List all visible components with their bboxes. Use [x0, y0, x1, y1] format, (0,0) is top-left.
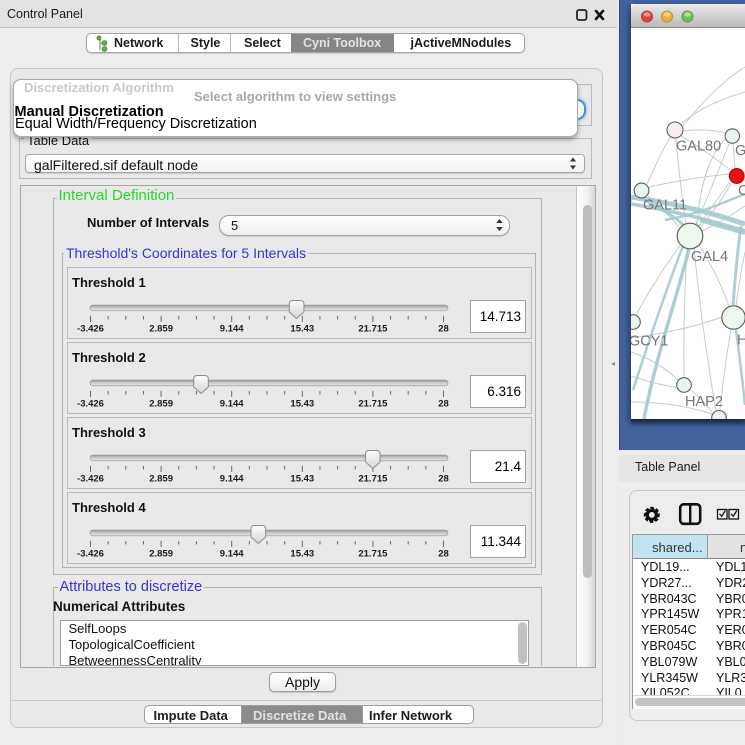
svg-text:GA: GA [735, 143, 745, 159]
svg-text:GAL4: GAL4 [691, 249, 728, 265]
svg-text:28: 28 [438, 324, 449, 335]
svg-text:15.43: 15.43 [290, 324, 314, 335]
svg-text:GCY1: GCY1 [631, 334, 669, 350]
svg-text:9.144: 9.144 [220, 549, 244, 560]
svg-text:HAP2: HAP2 [685, 394, 723, 410]
svg-text:21.715: 21.715 [358, 324, 388, 335]
svg-text:-3.426: -3.426 [77, 324, 104, 335]
svg-text:-3.426: -3.426 [77, 549, 104, 560]
svg-text:21.715: 21.715 [358, 549, 388, 560]
svg-text:9.144: 9.144 [220, 324, 244, 335]
svg-text:2.859: 2.859 [149, 324, 173, 335]
svg-text:CD: CD [738, 183, 745, 199]
svg-text:GAL11: GAL11 [643, 198, 687, 214]
svg-text:21.715: 21.715 [358, 474, 388, 485]
svg-text:HA: HA [737, 333, 745, 349]
svg-text:-3.426: -3.426 [77, 474, 104, 485]
svg-text:9.144: 9.144 [220, 399, 244, 410]
svg-text:28: 28 [438, 549, 449, 560]
svg-text:15.43: 15.43 [290, 474, 314, 485]
svg-text:2.859: 2.859 [149, 474, 173, 485]
svg-text:21.715: 21.715 [358, 399, 388, 410]
svg-text:GAL80: GAL80 [676, 139, 721, 155]
svg-text:9.144: 9.144 [220, 474, 244, 485]
svg-text:28: 28 [438, 399, 449, 410]
svg-text:2.859: 2.859 [149, 399, 173, 410]
svg-text:2.859: 2.859 [149, 549, 173, 560]
svg-text:15.43: 15.43 [290, 549, 314, 560]
svg-text:28: 28 [438, 474, 449, 485]
svg-text:15.43: 15.43 [290, 399, 314, 410]
svg-text:-3.426: -3.426 [77, 399, 104, 410]
